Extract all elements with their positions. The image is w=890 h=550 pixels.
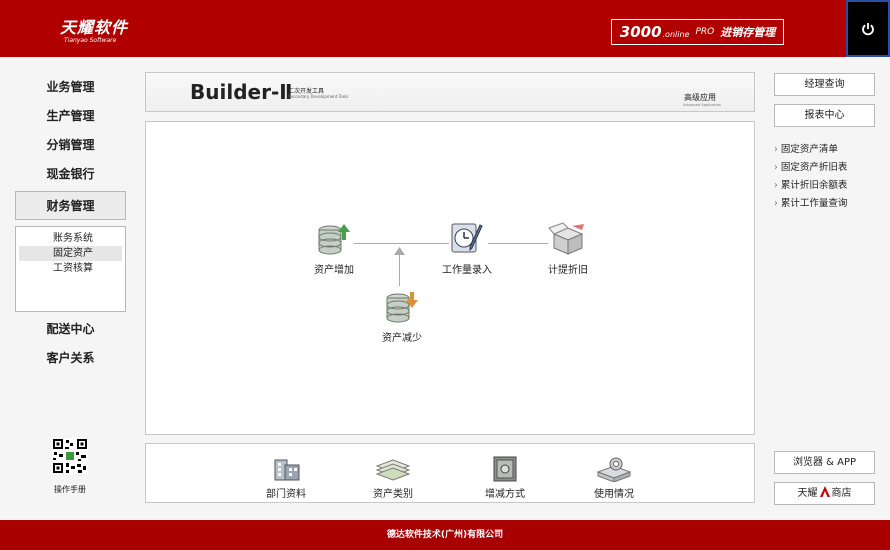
top-header: 天耀软件 Tianyao Software 3000 .online PRO 进…	[0, 0, 890, 57]
box-icon	[548, 222, 584, 255]
gear-box-icon	[596, 457, 632, 483]
link-accum-workload[interactable]: › 累计工作量查询	[774, 195, 847, 213]
browser-app-button[interactable]: 浏览器 & APP	[774, 451, 875, 474]
manual-label: 操作手册	[54, 485, 86, 494]
folders-icon	[375, 459, 411, 481]
link-depreciation-table[interactable]: › 固定资产折旧表	[774, 159, 847, 177]
link-label: 固定资产折旧表	[780, 162, 848, 173]
workload-node[interactable]: 工作量录入	[438, 222, 496, 276]
nav-distribution[interactable]: 分销管理	[15, 131, 126, 160]
link-label: 累计折旧余额表	[780, 180, 848, 191]
asset-category-button[interactable]: 资产类别	[368, 456, 418, 500]
power-button[interactable]	[846, 0, 890, 57]
qr-code-icon	[52, 438, 88, 474]
footer-company: 德达软件技术(广州)有限公司	[0, 520, 890, 550]
manual-qr[interactable]: 操作手册	[44, 438, 96, 495]
report-links: › 固定资产清单 › 固定资产折旧表 › 累计折旧余额表 › 累计工作量查询	[774, 141, 847, 213]
product-title: 进销存管理	[720, 26, 776, 39]
nav-finance[interactable]: 财务管理	[15, 191, 126, 220]
usage-button[interactable]: 使用情况	[589, 456, 639, 500]
product-title-box: 3000 .online PRO 进销存管理	[611, 19, 784, 45]
submenu-payroll[interactable]: 工资核算	[19, 261, 122, 276]
link-label: 累计工作量查询	[780, 198, 848, 209]
shop-button[interactable]: 天耀 商店	[774, 482, 875, 505]
shop-logo-icon	[819, 486, 830, 497]
chevron-right-icon: ›	[774, 162, 778, 173]
banner-advanced-en: Advanced Application	[683, 103, 721, 107]
asset-reduce-node[interactable]: 资产减少	[378, 290, 426, 344]
logo-main-text: 天耀软件	[60, 18, 129, 37]
depreciation-label: 计提折旧	[548, 265, 588, 276]
product-number: 3000	[619, 23, 662, 41]
report-center-button[interactable]: 报表中心	[774, 104, 875, 127]
safe-icon	[493, 456, 517, 482]
asset-add-node[interactable]: 资产增加	[310, 222, 358, 276]
connector-line	[488, 243, 548, 244]
department-label: 部门资料	[266, 489, 306, 500]
banner-title: Builder-Ⅱ	[190, 80, 293, 104]
connector-line	[354, 243, 449, 244]
asset-category-label: 资产类别	[373, 489, 413, 500]
change-method-button[interactable]: 增减方式	[480, 456, 530, 500]
left-nav: 业务管理 生产管理 分销管理 现金银行 财务管理	[15, 73, 126, 220]
chevron-right-icon: ›	[774, 144, 778, 155]
power-icon	[862, 22, 874, 35]
building-icon	[274, 459, 300, 481]
link-label: 固定资产清单	[780, 144, 838, 155]
nav-delivery[interactable]: 配送中心	[15, 315, 126, 344]
workload-label: 工作量录入	[442, 265, 492, 276]
left-nav-bottom: 配送中心 客户关系	[15, 315, 126, 373]
builder-banner: Builder-Ⅱ 二次开发工具 Secondary Development T…	[145, 72, 755, 112]
finance-submenu: 账务系统 固定资产 工资核算	[15, 226, 126, 312]
banner-advanced[interactable]: 高级应用	[684, 92, 716, 103]
product-pro: PRO	[695, 27, 715, 37]
asset-add-label: 资产增加	[314, 265, 354, 276]
shop-prefix: 天耀	[797, 488, 818, 499]
nav-production[interactable]: 生产管理	[15, 102, 126, 131]
nav-cash-bank[interactable]: 现金银行	[15, 160, 126, 189]
product-online: .online	[662, 29, 690, 39]
arrow-up-icon	[394, 247, 405, 255]
flow-panel: 资产增加 工作量录入 计提折旧 资产减少	[145, 121, 755, 435]
shop-suffix: 商店	[831, 488, 852, 499]
database-reduce-icon	[386, 292, 418, 323]
nav-crm[interactable]: 客户关系	[15, 344, 126, 373]
clock-pen-icon	[451, 223, 483, 253]
department-button[interactable]: 部门资料	[264, 456, 308, 500]
asset-reduce-label: 资产减少	[382, 333, 422, 344]
logo-sub-text: Tianyao Software	[64, 37, 117, 44]
banner-subtitle-en: Secondary Development Tools	[288, 94, 349, 99]
submenu-accounting[interactable]: 账务系统	[19, 231, 122, 246]
usage-label: 使用情况	[594, 489, 634, 500]
chevron-right-icon: ›	[774, 180, 778, 191]
depreciation-node[interactable]: 计提折旧	[544, 222, 592, 276]
connector-line	[399, 252, 400, 286]
link-accum-depreciation[interactable]: › 累计折旧余额表	[774, 177, 847, 195]
company-logo: 天耀软件 Tianyao Software	[60, 14, 128, 44]
chevron-right-icon: ›	[774, 198, 778, 209]
manager-query-button[interactable]: 经理查询	[774, 73, 875, 96]
submenu-fixed-assets[interactable]: 固定资产	[19, 246, 122, 261]
database-add-icon	[318, 224, 350, 255]
bottom-toolbar: 部门资料 资产类别 增减方式 使用情况	[145, 443, 755, 503]
nav-business[interactable]: 业务管理	[15, 73, 126, 102]
change-method-label: 增减方式	[485, 489, 525, 500]
link-fixed-asset-list[interactable]: › 固定资产清单	[774, 141, 847, 159]
